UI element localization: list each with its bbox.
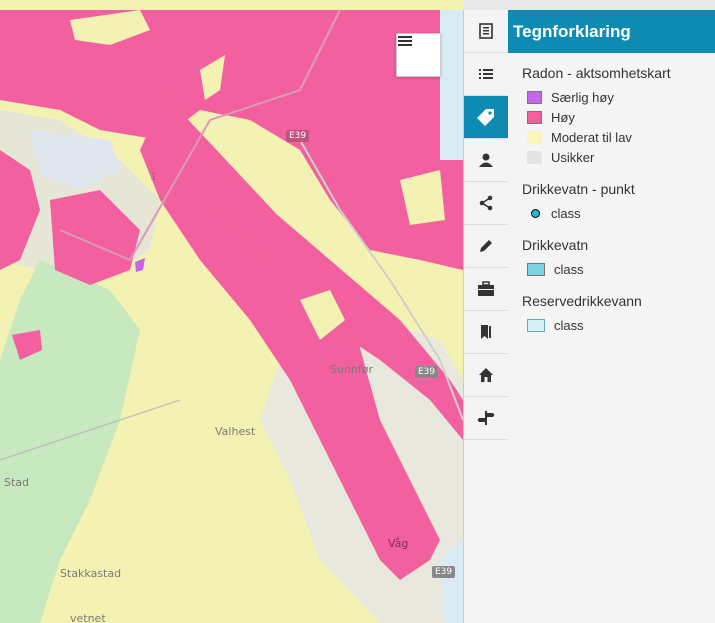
radon-map-layer <box>0 0 463 623</box>
toolbar-tools-button[interactable] <box>464 268 508 311</box>
map-menu-button[interactable] <box>396 33 441 77</box>
legend-panel: Tegnforklaring Radon - aktsomhetskart Sæ… <box>508 10 715 623</box>
place-label-stad: Stad <box>4 476 30 489</box>
list-icon <box>479 69 493 79</box>
legend-item-label: Særlig høy <box>551 89 614 105</box>
road-shield-e39-mid: E39 <box>415 366 439 378</box>
legend-item: class <box>527 203 715 223</box>
legend-item: Særlig høy <box>527 87 715 107</box>
legend-swatch-usikker <box>527 150 542 164</box>
share-icon <box>479 195 493 211</box>
document-icon <box>479 23 493 39</box>
toolbar-bookmark-button[interactable] <box>464 311 508 354</box>
legend-item-label: class <box>554 317 584 333</box>
toolbar-user-button[interactable] <box>464 139 508 182</box>
home-icon <box>479 368 493 382</box>
place-label-stakkastad: Stakkastad <box>60 567 122 580</box>
legend-group-radon: Radon - aktsomhetskart Særlig høy Høy Mo… <box>522 65 715 167</box>
place-label-sunnfor: Sunnfør <box>330 363 374 376</box>
legend-item-label: class <box>554 261 584 277</box>
legend-group-reservedrikkevann: Reservedrikkevann class <box>522 293 715 335</box>
legend-item: Usikker <box>527 147 715 167</box>
side-toolbar <box>463 10 509 623</box>
legend-swatch-drikkevatn <box>527 262 545 276</box>
briefcase-icon <box>478 281 494 296</box>
legend-group-title: Drikkevatn - punkt <box>522 181 635 197</box>
legend-item-label: Moderat til lav <box>551 129 632 145</box>
toolbar-home-button[interactable] <box>464 354 508 397</box>
legend-group-title: Drikkevatn <box>522 237 589 253</box>
legend-item: Moderat til lav <box>527 127 715 147</box>
legend-item: Høy <box>527 107 715 127</box>
legend-item-label: Usikker <box>551 149 595 165</box>
hamburger-icon <box>398 36 412 46</box>
toolbar-document-button[interactable] <box>464 10 508 53</box>
legend-swatch-saerlig-hoy <box>527 90 542 104</box>
toolbar-legend-button[interactable] <box>464 96 508 139</box>
legend-item-label: Høy <box>551 109 575 125</box>
toolbar-draw-button[interactable] <box>464 225 508 268</box>
legend-group-title: Radon - aktsomhetskart <box>522 65 671 81</box>
user-icon <box>479 153 493 167</box>
tag-icon <box>477 109 494 126</box>
bookmark-icon <box>481 325 491 339</box>
toolbar-share-button[interactable] <box>464 182 508 225</box>
place-label-vag: Våg <box>388 537 409 550</box>
legend-item: class <box>527 259 715 279</box>
legend-item: class <box>527 315 715 335</box>
legend-swatch-moderat <box>527 130 542 144</box>
legend-group-drikkevatn-punkt: Drikkevatn - punkt class <box>522 181 715 223</box>
place-label-vetnet: vetnet <box>70 612 106 623</box>
pencil-icon <box>480 240 492 252</box>
road-shield-e39-bottom: E39 <box>432 566 456 578</box>
toolbar-directions-button[interactable] <box>464 397 508 440</box>
legend-point-symbol <box>531 208 540 218</box>
map-canvas[interactable]: Sunnfør Valhest Stad Stakkastad Våg vetn… <box>0 0 463 623</box>
legend-panel-title: Tegnforklaring <box>508 10 715 53</box>
legend-group-title: Reservedrikkevann <box>522 293 642 309</box>
legend-swatch-reservedrikkevann <box>527 318 545 332</box>
toolbar-list-button[interactable] <box>464 53 508 96</box>
road-number-label: 1 <box>150 170 157 183</box>
legend-item-label: class <box>551 205 581 221</box>
road-shield-e39-top: E39 <box>286 130 310 142</box>
signpost-icon <box>477 411 495 425</box>
legend-group-drikkevatn: Drikkevatn class <box>522 237 715 279</box>
place-label-valhest: Valhest <box>215 425 256 438</box>
legend-content: Radon - aktsomhetskart Særlig høy Høy Mo… <box>508 53 715 335</box>
legend-swatch-hoy <box>527 110 542 124</box>
